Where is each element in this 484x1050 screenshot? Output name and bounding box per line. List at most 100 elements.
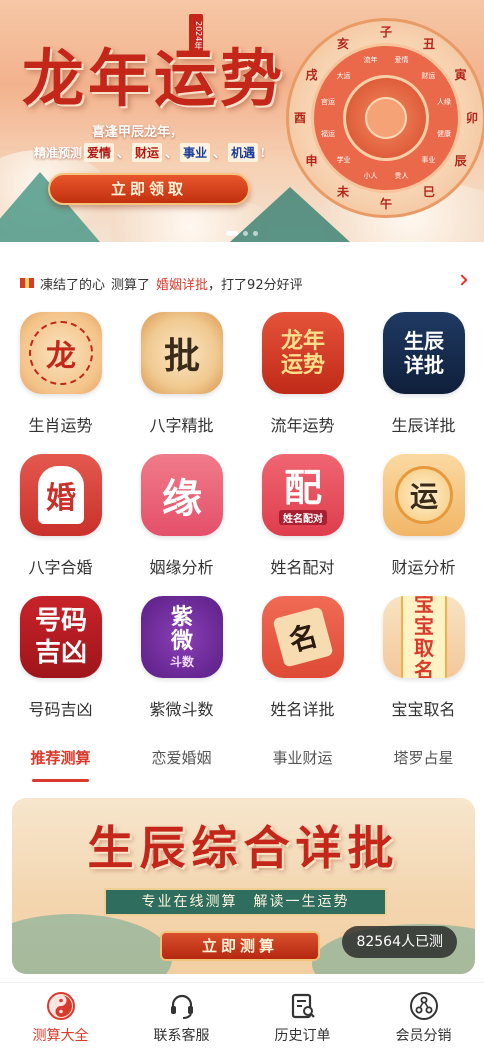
- dragon-year-icon: 龙年运势: [262, 312, 344, 394]
- tagline-tag: 爱情: [84, 143, 115, 162]
- icon-text: 宝宝取名: [401, 596, 447, 678]
- icon-text: 婚: [46, 481, 76, 516]
- service-item[interactable]: 紫微 斗数 紫微斗数: [121, 596, 242, 726]
- wheel-branch-label: 巳: [422, 185, 435, 200]
- wheel-inner-label: 官运: [321, 98, 336, 107]
- service-label: 八字合婚: [28, 558, 93, 577]
- wheel-core: [365, 97, 407, 139]
- wheel-branch-label: 丑: [422, 36, 435, 51]
- tagline-tag: 事业: [180, 143, 211, 162]
- service-item[interactable]: 配 姓名配对 姓名配对: [242, 454, 363, 584]
- icon-text: 紫微: [170, 603, 193, 654]
- top-banner[interactable]: 龙年运势 2024年 喜逢甲辰龙年， 精准预测 爱情、 财运、 事业、 机遇 !…: [0, 0, 484, 242]
- service-label: 流年运势: [270, 416, 335, 435]
- service-item[interactable]: 龙年运势 流年运势: [242, 312, 363, 442]
- nav-item-calculations[interactable]: 测算大全: [0, 983, 121, 1050]
- order-search-icon: [291, 993, 315, 1019]
- tab-recommended[interactable]: 推荐测算: [0, 740, 121, 782]
- icon-subtext: 姓名配对: [279, 509, 327, 525]
- service-label: 生肖运势: [28, 416, 93, 435]
- share-network-icon: [409, 992, 438, 1020]
- zodiac-wheel-icon: 龙: [20, 312, 102, 394]
- activity-notice[interactable]: 凍结了的心 测算了 婚姻详批 ，打了92分好评: [0, 266, 484, 300]
- nav-item-membership[interactable]: 会员分销: [363, 983, 484, 1050]
- wheel-inner-label: 健康: [436, 129, 451, 138]
- wedding-dress-icon: 婚: [20, 454, 102, 536]
- promo-subtitle: 专业在线测算 解读一生运势: [104, 888, 387, 916]
- nav-label: 历史订单: [274, 1028, 331, 1044]
- tab-career-wealth[interactable]: 事业财运: [242, 740, 363, 780]
- banner-subtitle: 喜逢甲辰龙年，: [92, 125, 184, 140]
- wheel-branch-label: 寅: [454, 68, 467, 82]
- wheel-branch-label: 卯: [465, 111, 478, 125]
- tab-love-marriage[interactable]: 恋爱婚姻: [121, 740, 242, 780]
- notice-user: 凍结了的心: [40, 277, 106, 293]
- service-label: 财运分析: [391, 558, 456, 577]
- icon-text: 配: [283, 464, 322, 510]
- carousel-dots: [0, 231, 484, 236]
- wheel-inner-label: 福运: [321, 129, 336, 138]
- carousel-dot[interactable]: [226, 231, 238, 236]
- wheel-inner-label: 事业: [421, 156, 436, 165]
- icon-subtext: 斗数: [169, 654, 194, 669]
- icon-text: 龙: [46, 339, 76, 374]
- service-label: 号码吉凶: [28, 700, 93, 719]
- wheel-branch-label: 戌: [305, 68, 318, 82]
- wheel-inner-label: 学业: [336, 156, 351, 165]
- calculate-button[interactable]: 立即测算: [160, 931, 320, 961]
- coin-icon: 运: [383, 454, 465, 536]
- promo-title: 生辰综合详批: [87, 821, 400, 875]
- marriage-icon: 缘: [141, 454, 223, 536]
- tagline-tag: 机遇: [228, 143, 259, 162]
- service-label: 姓名配对: [270, 558, 335, 577]
- name-match-icon: 配 姓名配对: [262, 454, 344, 536]
- nav-item-orders[interactable]: 历史订单: [242, 983, 363, 1050]
- banner-title: 龙年运势: [22, 42, 287, 115]
- carousel-dot[interactable]: [243, 231, 248, 236]
- wheel-branch-label: 未: [336, 185, 349, 200]
- nav-label: 会员分销: [395, 1028, 452, 1044]
- wheel-inner-label: 小人: [363, 171, 378, 180]
- baby-tiger-icon: 宝宝取名: [383, 596, 465, 678]
- icon-text: 号码吉凶: [34, 606, 87, 668]
- service-item[interactable]: 生辰详批 生辰详批: [363, 312, 484, 442]
- wheel-inner-label: 人缘: [436, 98, 451, 107]
- chevron-right-icon[interactable]: [456, 274, 468, 286]
- wheel-branch-label: 子: [379, 25, 392, 39]
- hill-decoration: [12, 914, 172, 974]
- flag-icon: [20, 278, 34, 288]
- category-tabs: 推荐测算 恋爱婚姻 事业财运 塔罗占星: [0, 740, 484, 782]
- ziwei-icon: 紫微 斗数: [141, 596, 223, 678]
- wheel-branch-label: 申: [305, 154, 318, 168]
- service-item[interactable]: 龙 生肖运势: [0, 312, 121, 442]
- icon-text: 生辰详批: [404, 329, 444, 377]
- notice-result: ，打了92分好评: [208, 277, 303, 293]
- service-item[interactable]: 名 姓名详批: [242, 596, 363, 726]
- wheel-branch-label: 酉: [293, 111, 306, 125]
- wheel-inner-label: 贵人: [394, 171, 409, 180]
- nav-label: 测算大全: [32, 1028, 89, 1044]
- tested-count-badge: 82564人已测: [342, 926, 457, 958]
- service-item[interactable]: 缘 姻缘分析: [121, 454, 242, 584]
- service-label: 生辰详批: [391, 416, 456, 435]
- promo-card[interactable]: 生辰综合详批 专业在线测算 解读一生运势 立即测算 82564人已测: [12, 798, 475, 974]
- notice-action: 测算了: [111, 277, 151, 293]
- service-label: 宝宝取名: [391, 700, 456, 719]
- service-label: 姓名详批: [270, 700, 335, 719]
- icon-text: 运: [409, 480, 438, 513]
- icon-text: 缘: [162, 475, 202, 522]
- yin-yang-icon: [46, 992, 75, 1020]
- service-item[interactable]: 婚 八字合婚: [0, 454, 121, 584]
- tab-tarot-astrology[interactable]: 塔罗占星: [363, 740, 484, 780]
- service-item[interactable]: 批 八字精批: [121, 312, 242, 442]
- claim-button[interactable]: 立即领取: [48, 173, 250, 205]
- nav-item-support[interactable]: 联系客服: [121, 983, 242, 1050]
- service-item[interactable]: 运 财运分析: [363, 454, 484, 584]
- carousel-dot[interactable]: [253, 231, 258, 236]
- service-label: 姻缘分析: [149, 558, 214, 577]
- bazi-icon: 批: [141, 312, 223, 394]
- banner-tagline: 精准预测 爱情、 财运、 事业、 机遇 !: [34, 143, 265, 162]
- service-item[interactable]: 宝宝取名 宝宝取名: [363, 596, 484, 726]
- service-item[interactable]: 号码吉凶 号码吉凶: [0, 596, 121, 726]
- wheel-inner-label: 流年: [363, 56, 378, 65]
